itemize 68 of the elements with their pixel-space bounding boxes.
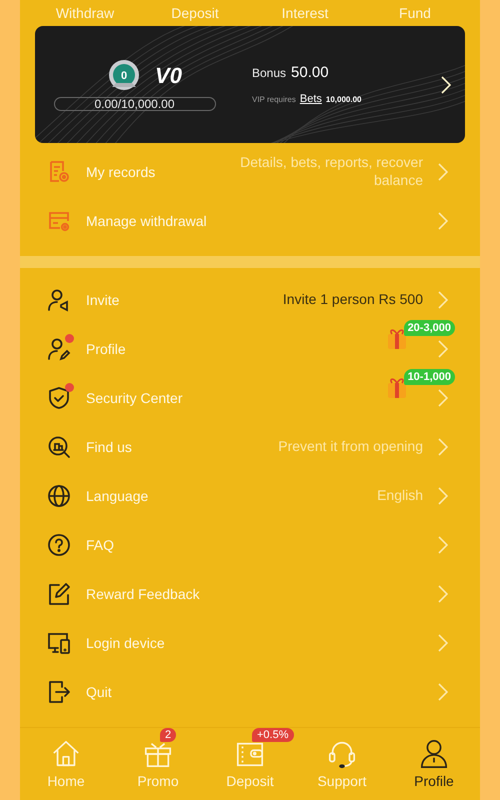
menu-label: Invite: [86, 292, 120, 308]
nav-tab[interactable]: Profile: [388, 728, 480, 800]
document-icon: [47, 160, 71, 184]
medal-icon: 0: [107, 58, 142, 92]
nav-tab[interactable]: Home: [20, 728, 112, 800]
menu-label: FAQ: [86, 536, 114, 552]
reward-badge: 10-1,000: [404, 369, 455, 385]
menu-value: Prevent it from opening: [278, 438, 423, 456]
edit-icon: [47, 582, 71, 606]
chevron-right-icon: [438, 290, 448, 308]
exit-icon: [47, 680, 71, 704]
shield-check-icon: [47, 386, 71, 410]
menu-value: Invite 1 person Rs 500: [282, 290, 423, 308]
action-link[interactable]: Withdraw: [30, 5, 140, 21]
bonus-label: Bonus: [252, 66, 286, 80]
chevron-right-icon: [438, 212, 448, 230]
menu-item[interactable]: Manage withdrawal: [20, 196, 480, 245]
vip-level: V0: [155, 62, 182, 88]
chevron-right-icon: [441, 76, 451, 94]
menu-value: Details, bets, reports, recover balance: [239, 154, 423, 189]
menu-label: Language: [86, 488, 148, 504]
menu-label: Security Center: [86, 390, 182, 406]
menu-item[interactable]: Login device: [20, 618, 480, 667]
person-icon: [419, 739, 449, 769]
chevron-right-icon: [438, 682, 448, 700]
chevron-right-icon: [438, 536, 448, 554]
menu-label: Quit: [86, 684, 112, 700]
menu-value: English: [377, 486, 423, 504]
menu-label: Find us: [86, 438, 132, 454]
chevron-right-icon: [438, 388, 448, 406]
menu-item[interactable]: Find us Prevent it from opening: [20, 422, 480, 471]
count-badge: 2: [160, 728, 176, 742]
reward-badge: 20-3,000: [404, 320, 455, 336]
count-badge: +0.5%: [252, 728, 294, 742]
menu-item[interactable]: Quit: [20, 667, 480, 716]
action-link[interactable]: Deposit: [140, 5, 250, 21]
nav-tab[interactable]: Promo 2: [112, 728, 204, 800]
requirement-label: VIP requires: [252, 95, 296, 104]
menu-label: Reward Feedback: [86, 586, 200, 602]
user-megaphone-icon: [47, 288, 71, 312]
menu-label: Manage withdrawal: [86, 212, 207, 228]
menu-item[interactable]: My records Details, bets, reports, recover balance: [20, 147, 480, 196]
chevron-right-icon: [438, 634, 448, 652]
devices-icon: [47, 630, 71, 654]
menu-label: Profile: [86, 340, 126, 356]
chevron-right-icon: [438, 162, 448, 180]
menu-item[interactable]: FAQ: [20, 520, 480, 569]
question-icon: [47, 532, 71, 556]
menu-label: Login device: [86, 634, 165, 650]
chevron-right-icon: [438, 584, 448, 602]
menu-item[interactable]: Reward Feedback: [20, 569, 480, 618]
nav-tab[interactable]: Deposit +0.5%: [204, 728, 296, 800]
bets-link[interactable]: Bets: [300, 93, 322, 105]
menu-label: My records: [86, 164, 156, 180]
home-icon: [51, 739, 81, 769]
magnifier-building-icon: [47, 434, 71, 458]
requirement-value: 10,000.00: [326, 95, 362, 104]
bonus-value: 50.00: [291, 64, 329, 81]
chevron-right-icon: [438, 486, 448, 504]
menu-item[interactable]: Language English: [20, 471, 480, 520]
headset-icon: [327, 739, 357, 769]
action-link[interactable]: Fund: [360, 5, 470, 21]
nav-tab[interactable]: Support: [296, 728, 388, 800]
user-edit-icon: [47, 336, 71, 360]
action-link[interactable]: Interest: [250, 5, 360, 21]
globe-icon: [47, 484, 71, 508]
chevron-right-icon: [438, 438, 448, 456]
chevron-right-icon: [438, 340, 448, 358]
